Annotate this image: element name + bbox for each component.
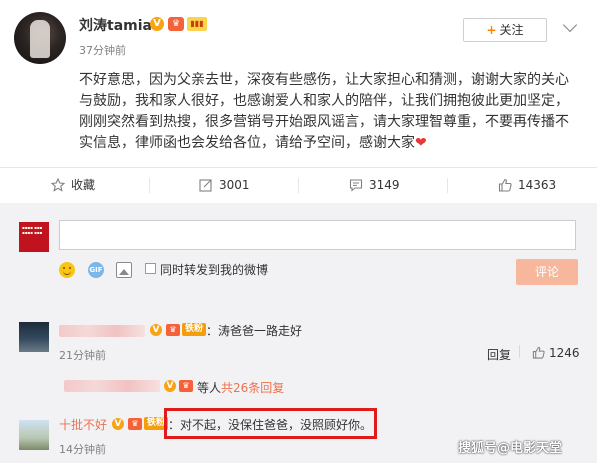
chevron-down-icon[interactable] [562, 17, 578, 33]
comment-count: 3149 [369, 178, 400, 192]
comment-like-count: 1246 [549, 346, 580, 360]
post-text: 不好意思，因为父亲去世，深夜有些感伤，让大家担心和猜测，谢谢大家的关心与鼓励，我… [79, 70, 579, 154]
vip-icon: ♛ [166, 324, 180, 336]
vip-icon: ♛ [168, 17, 184, 31]
follow-button[interactable]: + 关注 [463, 18, 547, 42]
plus-icon: + [486, 23, 497, 37]
like-button[interactable]: 14363 [498, 168, 556, 203]
repost-label[interactable]: 同时转发到我的微博 [160, 261, 268, 278]
separator [298, 178, 299, 193]
vip-icon: ♛ [179, 380, 193, 392]
favorite-label: 收藏 [71, 178, 96, 192]
fan-badge: 铁粉 [182, 323, 207, 336]
share-icon [199, 178, 212, 192]
repost-checkbox[interactable] [145, 263, 156, 274]
favorite-button[interactable]: 收藏 [51, 168, 95, 203]
sub-reply-names-blurred [64, 380, 160, 392]
level-badge-icon: ▮▮▮ [187, 17, 207, 31]
like-count: 14363 [518, 178, 557, 192]
verified-icon: V [150, 17, 164, 31]
separator [519, 345, 520, 358]
comment-text: ：涛爸爸一路走好 [206, 324, 303, 338]
gif-icon[interactable]: GIF [88, 262, 104, 278]
comment-input[interactable] [59, 220, 576, 250]
sub-reply-text: 等人 [197, 381, 222, 395]
verified-icon: V [164, 380, 176, 392]
view-replies-link[interactable]: 共26条回复 [221, 381, 284, 395]
share-count: 3001 [219, 178, 250, 192]
comment-time: 21分钟前 [59, 349, 106, 362]
commenter-avatar[interactable] [19, 420, 49, 450]
vip-icon: ♛ [128, 418, 142, 430]
emoji-icon[interactable] [59, 262, 75, 278]
submit-comment-button[interactable]: 评论 [516, 259, 578, 285]
share-button[interactable]: 3001 [199, 168, 250, 203]
thumbs-up-icon [532, 346, 545, 359]
commenter-name[interactable]: 十批不好 [59, 416, 107, 433]
verified-icon: V [150, 324, 162, 336]
author-name[interactable]: 刘涛tamia [79, 15, 152, 35]
highlight-annotation [164, 408, 377, 439]
heart-emoji: ❤ [415, 135, 427, 151]
comment-icon [349, 178, 363, 192]
comment-button[interactable]: 3149 [349, 168, 400, 203]
author-avatar[interactable] [14, 12, 66, 64]
action-bar: 收藏 3001 3149 14363 [0, 168, 597, 203]
current-user-avatar: ▪▪▪▪ ▪▪▪ ▪▪▪▪ ▪▪▪ [19, 222, 49, 252]
post-time[interactable]: 37分钟前 [79, 42, 126, 58]
sub-reply-summary: 等人共26条回复 [197, 379, 284, 396]
star-icon [51, 177, 65, 192]
verified-icon: V [112, 418, 124, 430]
reply-button[interactable]: 回复 [487, 346, 511, 363]
commenter-avatar[interactable] [19, 322, 49, 352]
thumbs-up-icon [498, 178, 512, 192]
image-icon[interactable] [116, 262, 132, 278]
follow-label: 关注 [499, 23, 524, 37]
post-text-body: 不好意思，因为父亲去世，深夜有些感伤，让大家担心和猜测，谢谢大家的关心与鼓励，我… [79, 72, 569, 151]
commenter-name-blurred[interactable] [59, 325, 145, 337]
comment-time: 14分钟前 [59, 443, 106, 456]
separator [149, 178, 150, 193]
watermark: 搜狐号@电影天堂 [458, 441, 563, 456]
separator [447, 178, 448, 193]
comment-like-button[interactable]: 1246 [532, 346, 580, 360]
